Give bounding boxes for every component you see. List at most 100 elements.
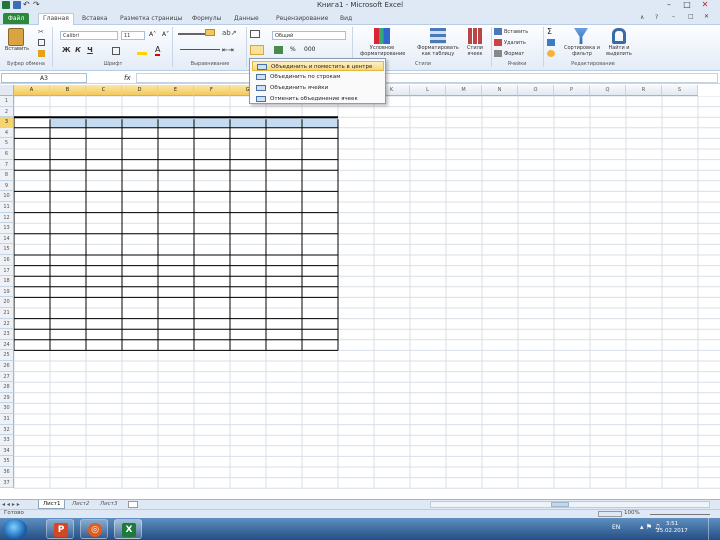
row-header[interactable]: 34 — [0, 445, 14, 457]
doc-minimize-button[interactable]: – — [672, 13, 675, 20]
bold-button[interactable]: Ж — [62, 46, 71, 54]
sort-filter-icon[interactable] — [574, 28, 588, 44]
close-button[interactable]: ✕ — [698, 0, 712, 10]
column-header[interactable]: M — [446, 85, 482, 96]
minimize-ribbon-icon[interactable]: ∧ — [640, 14, 644, 21]
column-header[interactable]: L — [410, 85, 446, 96]
row-header[interactable]: 18 — [0, 276, 14, 287]
column-header[interactable]: Q — [590, 85, 626, 96]
format-as-table-icon[interactable] — [430, 28, 446, 44]
view-normal-icon[interactable] — [598, 511, 622, 517]
row-header[interactable]: 30 — [0, 403, 14, 414]
row-header[interactable]: 29 — [0, 392, 14, 404]
language-indicator[interactable]: EN — [612, 524, 620, 531]
doc-restore-button[interactable]: □ — [688, 13, 694, 20]
doc-close-button[interactable]: ✕ — [704, 13, 709, 20]
insert-sheet-icon[interactable] — [128, 501, 138, 508]
select-all-corner[interactable] — [0, 85, 14, 96]
format-cells-button[interactable]: Формат — [504, 51, 524, 57]
sort-filter-button[interactable]: Сортировка и фильтр — [562, 45, 602, 57]
column-header[interactable]: P — [554, 85, 590, 96]
row-header[interactable]: 4 — [0, 127, 14, 139]
column-header[interactable]: F — [194, 85, 230, 96]
start-button[interactable] — [3, 519, 27, 539]
row-header[interactable]: 23 — [0, 329, 14, 340]
row-header[interactable]: 15 — [0, 244, 14, 255]
column-header[interactable]: D — [122, 85, 158, 96]
conditional-formatting-button[interactable]: Условное форматирование — [360, 45, 405, 57]
sheet-tab-1[interactable]: Лист1 — [38, 500, 66, 509]
paste-icon[interactable] — [8, 28, 24, 46]
borders-icon[interactable] — [112, 47, 120, 55]
row-header[interactable]: 37 — [0, 477, 14, 489]
row-header[interactable]: 36 — [0, 467, 14, 478]
menu-item-merge-center[interactable]: Объединить и поместить в центре — [252, 61, 384, 71]
menu-item-merge-across[interactable]: Объединить по строкам — [252, 72, 384, 82]
column-header[interactable]: E — [158, 85, 194, 96]
format-as-table-button[interactable]: Форматировать как таблицу — [414, 45, 462, 57]
row-header[interactable]: 12 — [0, 212, 14, 224]
font-color-icon[interactable]: A — [155, 46, 161, 56]
help-icon[interactable]: ? — [655, 14, 658, 21]
tab-page-layout[interactable]: Разметка страницы — [120, 14, 182, 24]
row-header[interactable]: 20 — [0, 297, 14, 308]
cell-styles-button[interactable]: Стили ячеек — [462, 45, 488, 57]
name-box[interactable]: A3 — [1, 73, 87, 83]
fill-icon[interactable] — [547, 39, 555, 46]
row-header[interactable]: 11 — [0, 202, 14, 213]
row-header[interactable]: 26 — [0, 361, 14, 372]
clear-icon[interactable] — [547, 50, 555, 57]
row-header[interactable]: 3 — [0, 117, 14, 128]
row-header[interactable]: 35 — [0, 456, 14, 467]
zoom-slider[interactable] — [650, 514, 710, 515]
sheet-tab-2[interactable]: Лист2 — [68, 500, 93, 509]
conditional-formatting-icon[interactable] — [374, 28, 390, 44]
align-left-icon[interactable] — [180, 49, 220, 50]
column-header[interactable]: O — [518, 85, 554, 96]
shrink-font-button[interactable]: A˅ — [162, 31, 169, 38]
row-header[interactable]: 19 — [0, 286, 14, 298]
column-header[interactable]: C — [86, 85, 122, 96]
tab-home[interactable]: Главная — [38, 13, 74, 25]
minimize-button[interactable]: – — [662, 0, 676, 10]
zoom-level[interactable]: 100% — [624, 510, 640, 516]
taskbar-excel[interactable]: X — [114, 519, 142, 539]
spreadsheet-grid[interactable] — [0, 96, 720, 499]
row-header[interactable]: 31 — [0, 414, 14, 425]
column-header[interactable]: N — [482, 85, 518, 96]
underline-button[interactable]: Ч — [86, 46, 94, 54]
row-header[interactable]: 7 — [0, 159, 14, 171]
currency-icon[interactable] — [274, 46, 283, 54]
tab-formulas[interactable]: Формулы — [192, 14, 221, 24]
row-header[interactable]: 9 — [0, 180, 14, 192]
tab-data[interactable]: Данные — [234, 14, 259, 24]
maximize-button[interactable]: □ — [680, 0, 694, 10]
row-header[interactable]: 25 — [0, 350, 14, 361]
insert-cells-button[interactable]: Вставить — [504, 29, 528, 35]
row-header[interactable]: 14 — [0, 233, 14, 245]
row-header[interactable]: 24 — [0, 339, 14, 351]
wrap-text-icon[interactable] — [205, 29, 215, 36]
row-header[interactable]: 1 — [0, 96, 14, 107]
copy-icon[interactable] — [38, 39, 45, 46]
menu-item-unmerge[interactable]: Отменить объединение ячеек — [252, 94, 384, 104]
insert-function-button[interactable]: fx — [124, 73, 134, 83]
sheet-nav-icon[interactable]: ◂ ◂ ▸ ▸ — [2, 501, 20, 508]
font-size-combo[interactable]: 11 — [121, 31, 145, 40]
row-header[interactable]: 33 — [0, 435, 14, 446]
menu-item-merge-cells[interactable]: Объединить ячейки — [252, 83, 384, 93]
italic-button[interactable]: К — [74, 46, 82, 54]
tab-insert[interactable]: Вставка — [82, 14, 107, 24]
row-header[interactable]: 21 — [0, 308, 14, 319]
column-header[interactable]: A — [14, 85, 50, 96]
row-header[interactable]: 2 — [0, 106, 14, 118]
number-format-combo[interactable]: Общий — [272, 31, 346, 40]
row-header[interactable]: 10 — [0, 191, 14, 202]
row-header[interactable]: 17 — [0, 265, 14, 277]
row-header[interactable]: 6 — [0, 149, 14, 160]
paste-button[interactable]: Вставить — [2, 46, 32, 52]
column-header[interactable]: S — [662, 85, 698, 96]
autosum-button[interactable]: Σ — [547, 27, 552, 36]
find-select-icon[interactable] — [612, 28, 626, 44]
row-header[interactable]: 8 — [0, 170, 14, 181]
